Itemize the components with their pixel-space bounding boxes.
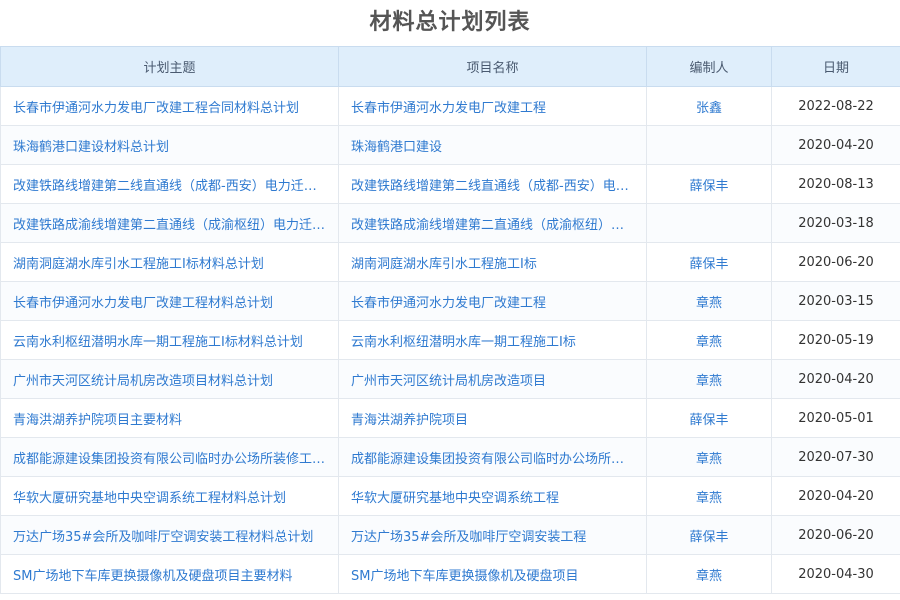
project-name-link[interactable]: 改建铁路成渝线增建第二直通线（成渝枢纽）电力迁改工程 <box>338 203 647 243</box>
date-cell: 2022-08-22 <box>771 86 900 126</box>
date-cell: 2020-04-20 <box>771 359 900 399</box>
editor-cell: 章燕 <box>646 476 772 516</box>
editor-cell <box>646 203 772 243</box>
table-row[interactable]: 珠海鹤港口建设材料总计划 珠海鹤港口建设 2020-04-20 <box>0 125 900 165</box>
plan-topic-link[interactable]: 湖南洞庭湖水库引水工程施工I标材料总计划 <box>0 242 339 282</box>
table-header-row: 计划主题 项目名称 编制人 日期 <box>0 46 900 87</box>
plan-topic-link[interactable]: 万达广场35#会所及咖啡厅空调安装工程材料总计划 <box>0 515 339 555</box>
date-cell: 2020-06-20 <box>771 515 900 555</box>
plan-topic-link[interactable]: 云南水利枢纽潜明水库一期工程施工I标材料总计划 <box>0 320 339 360</box>
editor-cell: 章燕 <box>646 437 772 477</box>
date-cell: 2020-04-20 <box>771 476 900 516</box>
date-cell: 2020-03-18 <box>771 203 900 243</box>
plan-topic-link[interactable]: 青海洪湖养护院项目主要材料 <box>0 398 339 438</box>
plan-topic-link[interactable]: SM广场地下车库更换摄像机及硬盘项目主要材料 <box>0 554 339 594</box>
column-header-editor[interactable]: 编制人 <box>646 46 772 87</box>
plan-topic-link[interactable]: 长春市伊通河水力发电厂改建工程合同材料总计划 <box>0 86 339 126</box>
table-row[interactable]: 云南水利枢纽潜明水库一期工程施工I标材料总计划 云南水利枢纽潜明水库一期工程施工I… <box>0 320 900 360</box>
date-cell: 2020-05-01 <box>771 398 900 438</box>
editor-cell: 章燕 <box>646 281 772 321</box>
project-name-link[interactable]: 湖南洞庭湖水库引水工程施工I标 <box>338 242 647 282</box>
date-cell: 2020-06-20 <box>771 242 900 282</box>
table-row[interactable]: SM广场地下车库更换摄像机及硬盘项目主要材料 SM广场地下车库更换摄像机及硬盘项目… <box>0 554 900 594</box>
editor-cell <box>646 125 772 165</box>
project-name-link[interactable]: 华软大厦研究基地中央空调系统工程 <box>338 476 647 516</box>
column-header-topic[interactable]: 计划主题 <box>0 46 339 87</box>
table-row[interactable]: 长春市伊通河水力发电厂改建工程材料总计划 长春市伊通河水力发电厂改建工程 章燕 202… <box>0 281 900 321</box>
project-name-link[interactable]: 长春市伊通河水力发电厂改建工程 <box>338 86 647 126</box>
date-cell: 2020-04-30 <box>771 554 900 594</box>
project-name-link[interactable]: 广州市天河区统计局机房改造项目 <box>338 359 647 399</box>
table-row[interactable]: 改建铁路线增建第二线直通线（成都-西安）电力迁改工程 改建铁路线增建第二线直通线（… <box>0 164 900 204</box>
table-row[interactable]: 成都能源建设集团投资有限公司临时办公场所装修工程材料总计划成都能源建设集团投资有… <box>0 437 900 477</box>
table-row[interactable]: 改建铁路成渝线增建第二直通线（成渝枢纽）电力迁改工程 改建铁路成渝线增建第二直通线… <box>0 203 900 243</box>
table-row[interactable]: 湖南洞庭湖水库引水工程施工I标材料总计划 湖南洞庭湖水库引水工程施工I标 薛保丰 20… <box>0 242 900 282</box>
editor-cell: 张鑫 <box>646 86 772 126</box>
plan-topic-link[interactable]: 长春市伊通河水力发电厂改建工程材料总计划 <box>0 281 339 321</box>
table-row[interactable]: 华软大厦研究基地中央空调系统工程材料总计划 华软大厦研究基地中央空调系统工程 章燕 2… <box>0 476 900 516</box>
editor-cell: 章燕 <box>646 320 772 360</box>
project-name-link[interactable]: 珠海鹤港口建设 <box>338 125 647 165</box>
editor-cell: 薛保丰 <box>646 242 772 282</box>
editor-cell: 薛保丰 <box>646 398 772 438</box>
editor-cell: 章燕 <box>646 554 772 594</box>
date-cell: 2020-08-13 <box>771 164 900 204</box>
project-name-link[interactable]: 青海洪湖养护院项目 <box>338 398 647 438</box>
column-header-date[interactable]: 日期 <box>771 46 900 87</box>
editor-cell: 薛保丰 <box>646 164 772 204</box>
table-row[interactable]: 广州市天河区统计局机房改造项目材料总计划 广州市天河区统计局机房改造项目 章燕 202… <box>0 359 900 399</box>
table-body: 长春市伊通河水力发电厂改建工程合同材料总计划 长春市伊通河水力发电厂改建工程 张鑫 2… <box>0 86 900 594</box>
project-name-link[interactable]: 万达广场35#会所及咖啡厅空调安装工程 <box>338 515 647 555</box>
date-cell: 2020-07-30 <box>771 437 900 477</box>
project-name-link[interactable]: 成都能源建设集团投资有限公司临时办公场所装修工程 <box>338 437 647 477</box>
plan-topic-link[interactable]: 改建铁路成渝线增建第二直通线（成渝枢纽）电力迁改工程 <box>0 203 339 243</box>
table-row[interactable]: 青海洪湖养护院项目主要材料 青海洪湖养护院项目 薛保丰 2020-05-01 <box>0 398 900 438</box>
plan-topic-link[interactable]: 广州市天河区统计局机房改造项目材料总计划 <box>0 359 339 399</box>
table-row[interactable]: 长春市伊通河水力发电厂改建工程合同材料总计划 长春市伊通河水力发电厂改建工程 张鑫 2… <box>0 86 900 126</box>
editor-cell: 薛保丰 <box>646 515 772 555</box>
column-header-project[interactable]: 项目名称 <box>338 46 647 87</box>
table-row[interactable]: 万达广场35#会所及咖啡厅空调安装工程材料总计划 万达广场35#会所及咖啡厅空调安… <box>0 515 900 555</box>
date-cell: 2020-05-19 <box>771 320 900 360</box>
project-name-link[interactable]: 长春市伊通河水力发电厂改建工程 <box>338 281 647 321</box>
project-name-link[interactable]: SM广场地下车库更换摄像机及硬盘项目 <box>338 554 647 594</box>
project-name-link[interactable]: 改建铁路线增建第二线直通线（成都-西安）电力迁改工程 <box>338 164 647 204</box>
project-name-link[interactable]: 云南水利枢纽潜明水库一期工程施工I标 <box>338 320 647 360</box>
plan-topic-link[interactable]: 成都能源建设集团投资有限公司临时办公场所装修工程材料总计划 <box>0 437 339 477</box>
material-plan-table: 计划主题 项目名称 编制人 日期 长春市伊通河水力发电厂改建工程合同材料总计划长… <box>0 46 900 594</box>
date-cell: 2020-04-20 <box>771 125 900 165</box>
plan-topic-link[interactable]: 改建铁路线增建第二线直通线（成都-西安）电力迁改工程 <box>0 164 339 204</box>
editor-cell: 章燕 <box>646 359 772 399</box>
plan-topic-link[interactable]: 珠海鹤港口建设材料总计划 <box>0 125 339 165</box>
page: 材料总计划列表 计划主题 项目名称 编制人 日期 长春市伊通河水力发电厂改建工程… <box>0 0 900 600</box>
plan-topic-link[interactable]: 华软大厦研究基地中央空调系统工程材料总计划 <box>0 476 339 516</box>
page-title: 材料总计划列表 <box>369 10 531 35</box>
date-cell: 2020-03-15 <box>771 281 900 321</box>
